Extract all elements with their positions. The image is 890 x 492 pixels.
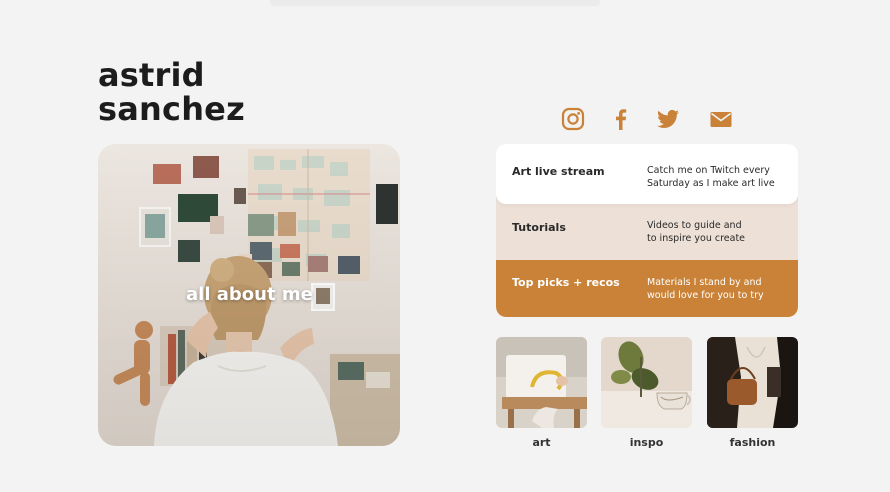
about-me-label: all about me (186, 284, 313, 305)
mail-icon[interactable] (708, 106, 734, 132)
menu-item-label: Art live stream (512, 165, 605, 178)
mail-glyph (710, 112, 732, 127)
twitter-icon[interactable] (655, 106, 681, 132)
instagram-glyph (561, 107, 585, 131)
inspo-thumbnail (601, 337, 692, 428)
top-bar (270, 0, 600, 6)
menu-item-label: Top picks + recos (512, 276, 620, 289)
gallery-item-inspo[interactable]: inspo (601, 337, 692, 449)
gallery-caption: inspo (629, 436, 664, 449)
gallery-item-fashion[interactable]: fashion (707, 337, 798, 449)
content-menu: Art live stream Catch me on Twitch every… (496, 144, 798, 317)
page-title: astrid sanchez (98, 58, 418, 126)
menu-item-art-live-stream[interactable]: Art live stream Catch me on Twitch every… (496, 144, 798, 204)
twitter-glyph (657, 109, 679, 128)
fashion-thumbnail (707, 337, 798, 428)
description-line: Videos to guide and (647, 220, 742, 231)
art-thumbnail (496, 337, 587, 428)
social-links (560, 106, 740, 134)
facebook-glyph (616, 109, 627, 130)
facebook-icon[interactable] (608, 106, 634, 132)
description-line: to inspire you create (647, 233, 746, 244)
gallery-item-art[interactable]: art (496, 337, 587, 449)
menu-item-description: Videos to guide and to inspire you creat… (647, 219, 787, 245)
gallery-caption: fashion (729, 436, 776, 449)
instagram-icon[interactable] (560, 106, 586, 132)
fashion-photo (707, 337, 798, 428)
menu-item-description: Materials I stand by and would love for … (647, 276, 787, 302)
last-name: sanchez (98, 90, 245, 128)
art-photo (496, 337, 587, 428)
about-me-card[interactable]: all about me (98, 144, 400, 446)
gallery-caption: art (532, 436, 551, 449)
first-name: astrid (98, 56, 205, 94)
description-line: Saturday as I make art live (647, 178, 775, 189)
description-line: Catch me on Twitch every (647, 165, 770, 176)
menu-item-label: Tutorials (512, 221, 566, 234)
menu-item-description: Catch me on Twitch every Saturday as I m… (647, 164, 787, 190)
menu-item-top-picks[interactable]: Top picks + recos Materials I stand by a… (496, 252, 798, 317)
description-line: would love for you to try (647, 290, 764, 301)
description-line: Materials I stand by and (647, 277, 762, 288)
inspo-photo (601, 337, 692, 428)
